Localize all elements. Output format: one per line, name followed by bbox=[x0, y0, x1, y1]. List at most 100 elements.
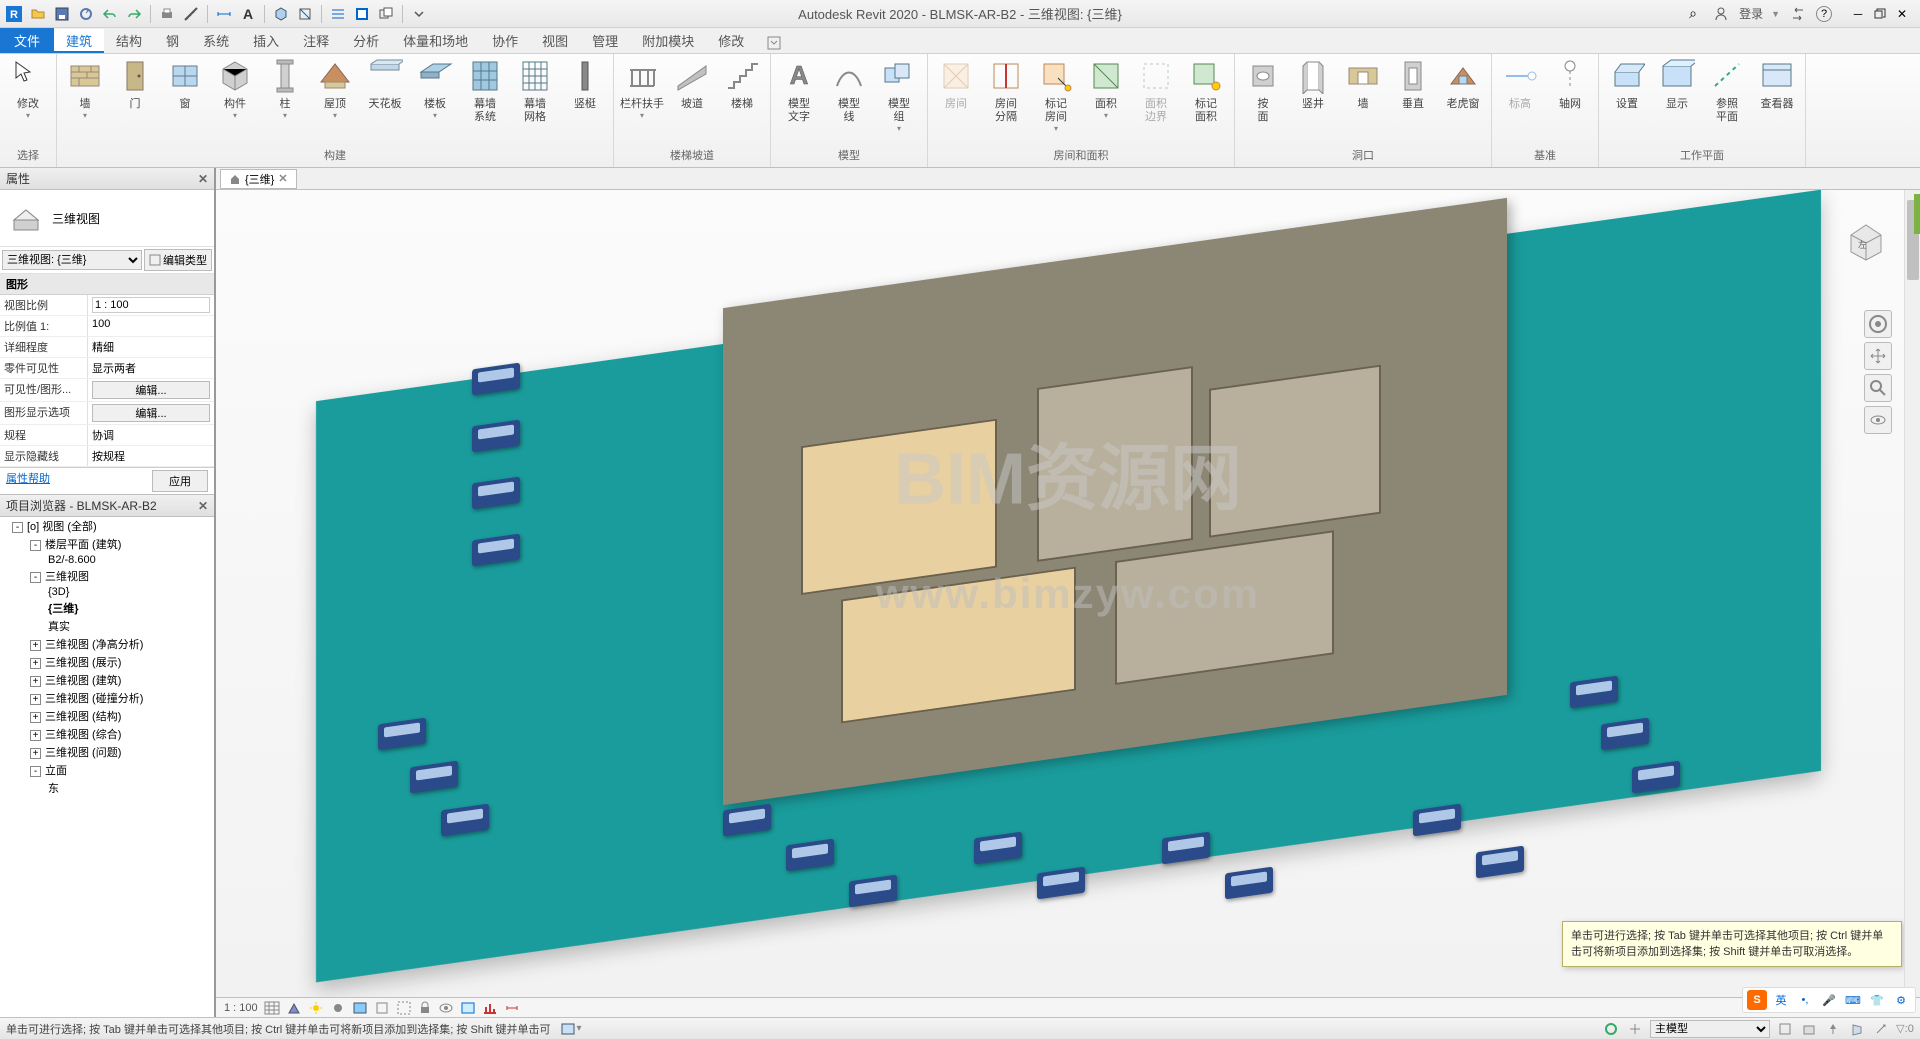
text-icon[interactable]: A bbox=[238, 4, 258, 24]
close-icon[interactable]: ✕ bbox=[278, 172, 287, 185]
ribbon-button-by-face[interactable]: 按 面 bbox=[1239, 56, 1287, 126]
switch-windows-icon[interactable] bbox=[376, 4, 396, 24]
ime-toolbox-icon[interactable]: ⚙ bbox=[1891, 990, 1911, 1010]
pan-icon[interactable] bbox=[1864, 342, 1892, 370]
tree-item[interactable]: -[o] 视图 (全部) bbox=[0, 517, 214, 535]
project-browser-tree[interactable]: -[o] 视图 (全部)-楼层平面 (建筑)B2/-8.600-三维视图{3D}… bbox=[0, 517, 214, 1017]
ribbon-tab[interactable]: 插入 bbox=[241, 29, 291, 53]
tree-toggle-icon[interactable]: + bbox=[30, 640, 41, 651]
property-value[interactable]: 100 bbox=[88, 316, 214, 336]
property-value[interactable]: 按规程 bbox=[88, 446, 214, 466]
revit-logo-icon[interactable]: R bbox=[4, 4, 24, 24]
workset-icon[interactable] bbox=[559, 1020, 577, 1038]
reveal-hidden-icon[interactable] bbox=[460, 1001, 476, 1015]
exchange-icon[interactable] bbox=[1788, 4, 1808, 24]
worksharing-monitor-icon[interactable] bbox=[1914, 194, 1920, 234]
select-underlay-icon[interactable] bbox=[1800, 1020, 1818, 1038]
ribbon-tab[interactable]: 分析 bbox=[341, 29, 391, 53]
print-icon[interactable] bbox=[157, 4, 177, 24]
property-value[interactable]: 协调 bbox=[88, 425, 214, 445]
lock-icon[interactable] bbox=[418, 1001, 432, 1015]
sun-path-icon[interactable] bbox=[308, 1001, 324, 1015]
thin-lines-icon[interactable] bbox=[328, 4, 348, 24]
ribbon-button-window[interactable]: 窗 bbox=[161, 56, 209, 113]
zoom-icon[interactable] bbox=[1864, 374, 1892, 402]
tree-toggle-icon[interactable]: + bbox=[30, 748, 41, 759]
crop-view-icon[interactable] bbox=[374, 1001, 390, 1015]
property-edit-button[interactable]: 编辑... bbox=[92, 404, 210, 422]
user-icon[interactable] bbox=[1711, 4, 1731, 24]
property-row[interactable]: 显示隐藏线按规程 bbox=[0, 446, 214, 467]
tree-item[interactable]: +三维视图 (结构) bbox=[0, 707, 214, 725]
ribbon-tab[interactable]: 协作 bbox=[480, 29, 530, 53]
shadows-icon[interactable] bbox=[330, 1001, 346, 1015]
measure-icon[interactable] bbox=[181, 4, 201, 24]
ribbon-button-component[interactable]: 构件▾ bbox=[211, 56, 259, 122]
ribbon-button-show[interactable]: 显示 bbox=[1653, 56, 1701, 113]
property-edit-button[interactable]: 编辑... bbox=[92, 381, 210, 399]
tree-item[interactable]: {三维} bbox=[0, 599, 214, 617]
section-icon[interactable] bbox=[295, 4, 315, 24]
ime-emoji-icon[interactable]: 🎤 bbox=[1819, 990, 1839, 1010]
tree-toggle-icon[interactable]: + bbox=[30, 730, 41, 741]
property-row[interactable]: 图形显示选项编辑... bbox=[0, 402, 214, 425]
properties-help-link[interactable]: 属性帮助 bbox=[6, 470, 50, 492]
ribbon-button-wall-open[interactable]: 墙 bbox=[1339, 56, 1387, 113]
property-row[interactable]: 可见性/图形...编辑... bbox=[0, 379, 214, 402]
ribbon-button-grid[interactable]: 轴网 bbox=[1546, 56, 1594, 113]
temp-hide-icon[interactable] bbox=[438, 1001, 454, 1015]
sync-icon[interactable] bbox=[76, 4, 96, 24]
ribbon-button-viewer[interactable]: 查看器 bbox=[1753, 56, 1801, 113]
drag-elements-icon[interactable] bbox=[1872, 1020, 1890, 1038]
tree-item[interactable]: +三维视图 (碰撞分析) bbox=[0, 689, 214, 707]
ribbon-button-model-text[interactable]: A模型 文字 bbox=[775, 56, 823, 126]
select-links-icon[interactable] bbox=[1776, 1020, 1794, 1038]
ribbon-button-tag-room[interactable]: 标记 房间▾ bbox=[1032, 56, 1080, 135]
select-pinned-icon[interactable] bbox=[1824, 1020, 1842, 1038]
instance-combo[interactable]: 三维视图: {三维} bbox=[2, 250, 142, 270]
customize-qat-icon[interactable] bbox=[409, 4, 429, 24]
tree-item[interactable]: +三维视图 (展示) bbox=[0, 653, 214, 671]
ribbon-button-tag-area[interactable]: 标记 面积 bbox=[1182, 56, 1230, 126]
restore-button[interactable] bbox=[1870, 4, 1890, 24]
design-option-combo[interactable]: 主模型 bbox=[1650, 1020, 1770, 1038]
tree-item[interactable]: -楼层平面 (建筑) bbox=[0, 535, 214, 553]
sogou-icon[interactable]: S bbox=[1747, 990, 1767, 1010]
ime-punct-icon[interactable]: •, bbox=[1795, 990, 1815, 1010]
ribbon-button-door[interactable]: 门 bbox=[111, 56, 159, 113]
tree-toggle-icon[interactable]: - bbox=[12, 522, 23, 533]
minimize-button[interactable]: ─ bbox=[1848, 4, 1868, 24]
ribbon-button-wall[interactable]: 墙▾ bbox=[61, 56, 109, 122]
properties-panel-header[interactable]: 属性 ✕ bbox=[0, 168, 214, 190]
tree-item[interactable]: {3D} bbox=[0, 585, 214, 599]
tree-toggle-icon[interactable]: + bbox=[30, 676, 41, 687]
ribbon-button-stair[interactable]: 楼梯 bbox=[718, 56, 766, 113]
ribbon-button-area[interactable]: 面积▾ bbox=[1082, 56, 1130, 122]
help-icon[interactable]: ? bbox=[1816, 6, 1832, 22]
ribbon-tab[interactable]: 系统 bbox=[191, 29, 241, 53]
property-value[interactable] bbox=[88, 295, 214, 315]
default-3d-view-icon[interactable] bbox=[271, 4, 291, 24]
ribbon-tab[interactable]: 修改 bbox=[706, 29, 756, 53]
project-browser-header[interactable]: 项目浏览器 - BLMSK-AR-B2 ✕ bbox=[0, 495, 214, 517]
ime-keyboard-icon[interactable]: ⌨ bbox=[1843, 990, 1863, 1010]
tree-item[interactable]: +三维视图 (建筑) bbox=[0, 671, 214, 689]
property-value[interactable]: 编辑... bbox=[88, 402, 214, 424]
close-hidden-icon[interactable] bbox=[352, 4, 372, 24]
save-icon[interactable] bbox=[52, 4, 72, 24]
ribbon-tab[interactable]: 注释 bbox=[291, 29, 341, 53]
ribbon-button-ref-plane[interactable]: 参照 平面 bbox=[1703, 56, 1751, 126]
ribbon-button-column[interactable]: 柱▾ bbox=[261, 56, 309, 122]
rendering-icon[interactable] bbox=[352, 1001, 368, 1015]
ribbon-collapse-icon[interactable] bbox=[764, 33, 784, 53]
design-options-icon[interactable] bbox=[1626, 1020, 1644, 1038]
close-button[interactable]: ✕ bbox=[1892, 4, 1912, 24]
ribbon-button-shaft[interactable]: 竖井 bbox=[1289, 56, 1337, 113]
ribbon-tab[interactable]: 钢 bbox=[154, 29, 191, 53]
type-selector[interactable]: 三维视图 bbox=[0, 190, 214, 247]
orbit-icon[interactable] bbox=[1864, 406, 1892, 434]
undo-icon[interactable] bbox=[100, 4, 120, 24]
ribbon-button-dormer[interactable]: 老虎窗 bbox=[1439, 56, 1487, 113]
ime-skin-icon[interactable]: 👕 bbox=[1867, 990, 1887, 1010]
property-input[interactable] bbox=[92, 297, 210, 313]
